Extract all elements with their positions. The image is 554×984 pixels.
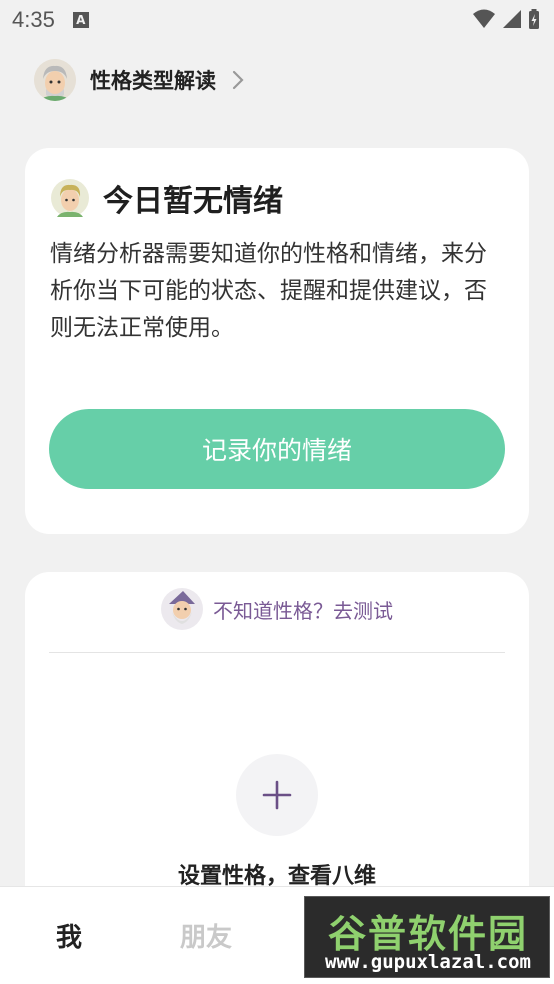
- emotion-card-title: 今日暂无情绪: [103, 184, 283, 219]
- battery-charging-icon: [529, 9, 539, 29]
- wizard-avatar-icon: [161, 588, 203, 630]
- tab-friends[interactable]: 朋友: [180, 917, 232, 954]
- status-icons: [472, 8, 540, 30]
- divider: [49, 652, 505, 653]
- set-personality-button[interactable]: [236, 754, 318, 836]
- chevron-right-icon: [232, 70, 244, 90]
- watermark-title: 谷普软件园: [327, 912, 528, 956]
- status-time: 4:35: [12, 7, 55, 32]
- watermark-logo: 谷普软件园 www.gupuxlazal.com: [304, 896, 550, 978]
- wifi-icon: [473, 9, 495, 28]
- signal-icon: [503, 10, 521, 28]
- status-bar: 4:35 A: [0, 0, 554, 40]
- personality-interpretation-link[interactable]: 性格类型解读: [34, 58, 244, 102]
- header-title: 性格类型解读: [90, 69, 216, 93]
- a-notification-icon: A: [72, 12, 89, 28]
- take-test-label: 不知道性格？去测试: [213, 598, 393, 623]
- record-emotion-button[interactable]: 记录你的情绪: [49, 409, 505, 489]
- emotion-card-description: 情绪分析器需要知道你的性格和情绪，来分析你当下可能的状态、提醒和提供建议，否则无…: [50, 241, 487, 341]
- tab-me[interactable]: 我: [56, 917, 82, 954]
- sage-avatar-icon: [34, 59, 76, 101]
- watermark-url: www.gupuxlazal.com: [325, 951, 531, 973]
- emotion-card-header: 今日暂无情绪: [51, 176, 283, 220]
- plus-icon: [262, 780, 292, 810]
- take-test-link[interactable]: 不知道性格？去测试: [25, 588, 529, 630]
- blond-avatar-icon: [51, 179, 89, 217]
- emotion-card: 今日暂无情绪 情绪分析器需要知道你的性格和情绪，来分析你当下可能的状态、提醒和提…: [25, 148, 529, 534]
